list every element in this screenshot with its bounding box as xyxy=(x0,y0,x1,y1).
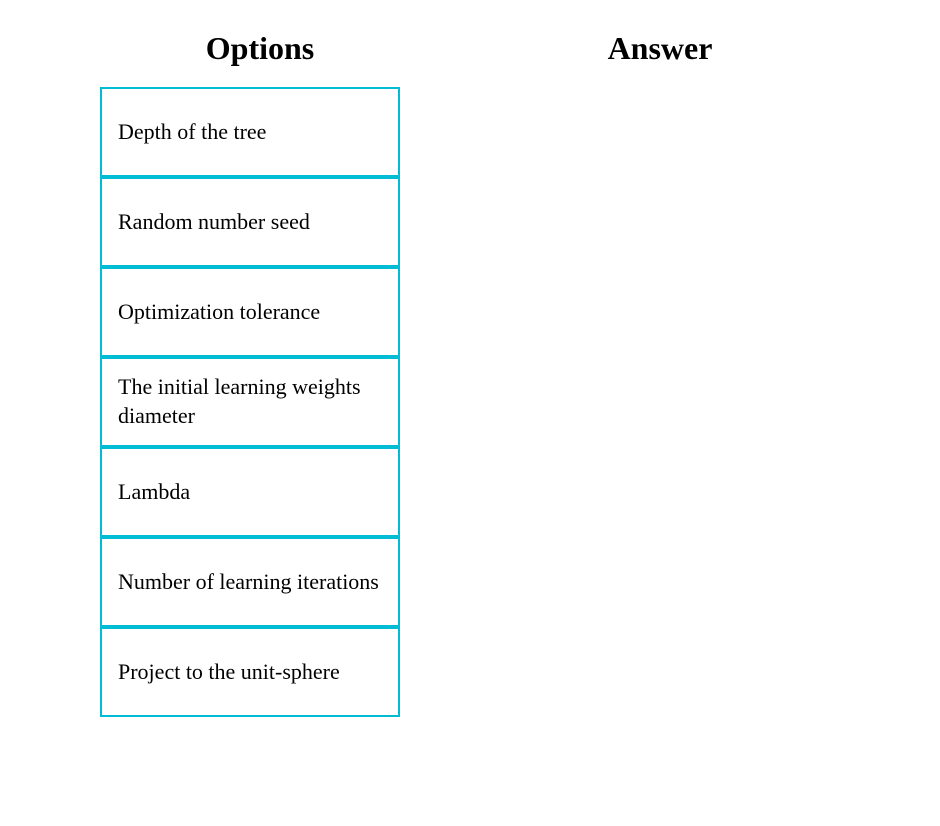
option-text-initial-learning-weights: The initial learning weights diameter xyxy=(118,373,382,430)
option-text-depth-tree: Depth of the tree xyxy=(118,118,266,147)
options-header: Options xyxy=(100,30,420,67)
headers-row: Options Answer xyxy=(0,30,940,67)
answer-header: Answer xyxy=(500,30,820,67)
option-card-initial-learning-weights[interactable]: The initial learning weights diameter xyxy=(100,357,400,447)
option-card-random-seed[interactable]: Random number seed xyxy=(100,177,400,267)
option-card-depth-tree[interactable]: Depth of the tree xyxy=(100,87,400,177)
option-card-number-learning-iterations[interactable]: Number of learning iterations xyxy=(100,537,400,627)
option-text-project-unit-sphere: Project to the unit-sphere xyxy=(118,658,340,687)
option-card-lambda[interactable]: Lambda xyxy=(100,447,400,537)
option-text-lambda: Lambda xyxy=(118,478,190,507)
page-container: Options Answer Depth of the tree Random n… xyxy=(0,0,940,826)
option-card-optimization-tolerance[interactable]: Optimization tolerance xyxy=(100,267,400,357)
option-card-project-unit-sphere[interactable]: Project to the unit-sphere xyxy=(100,627,400,717)
options-column: Depth of the tree Random number seed Optim… xyxy=(0,87,940,717)
option-text-random-seed: Random number seed xyxy=(118,208,310,237)
option-text-number-learning-iterations: Number of learning iterations xyxy=(118,568,379,597)
option-text-optimization-tolerance: Optimization tolerance xyxy=(118,298,320,327)
